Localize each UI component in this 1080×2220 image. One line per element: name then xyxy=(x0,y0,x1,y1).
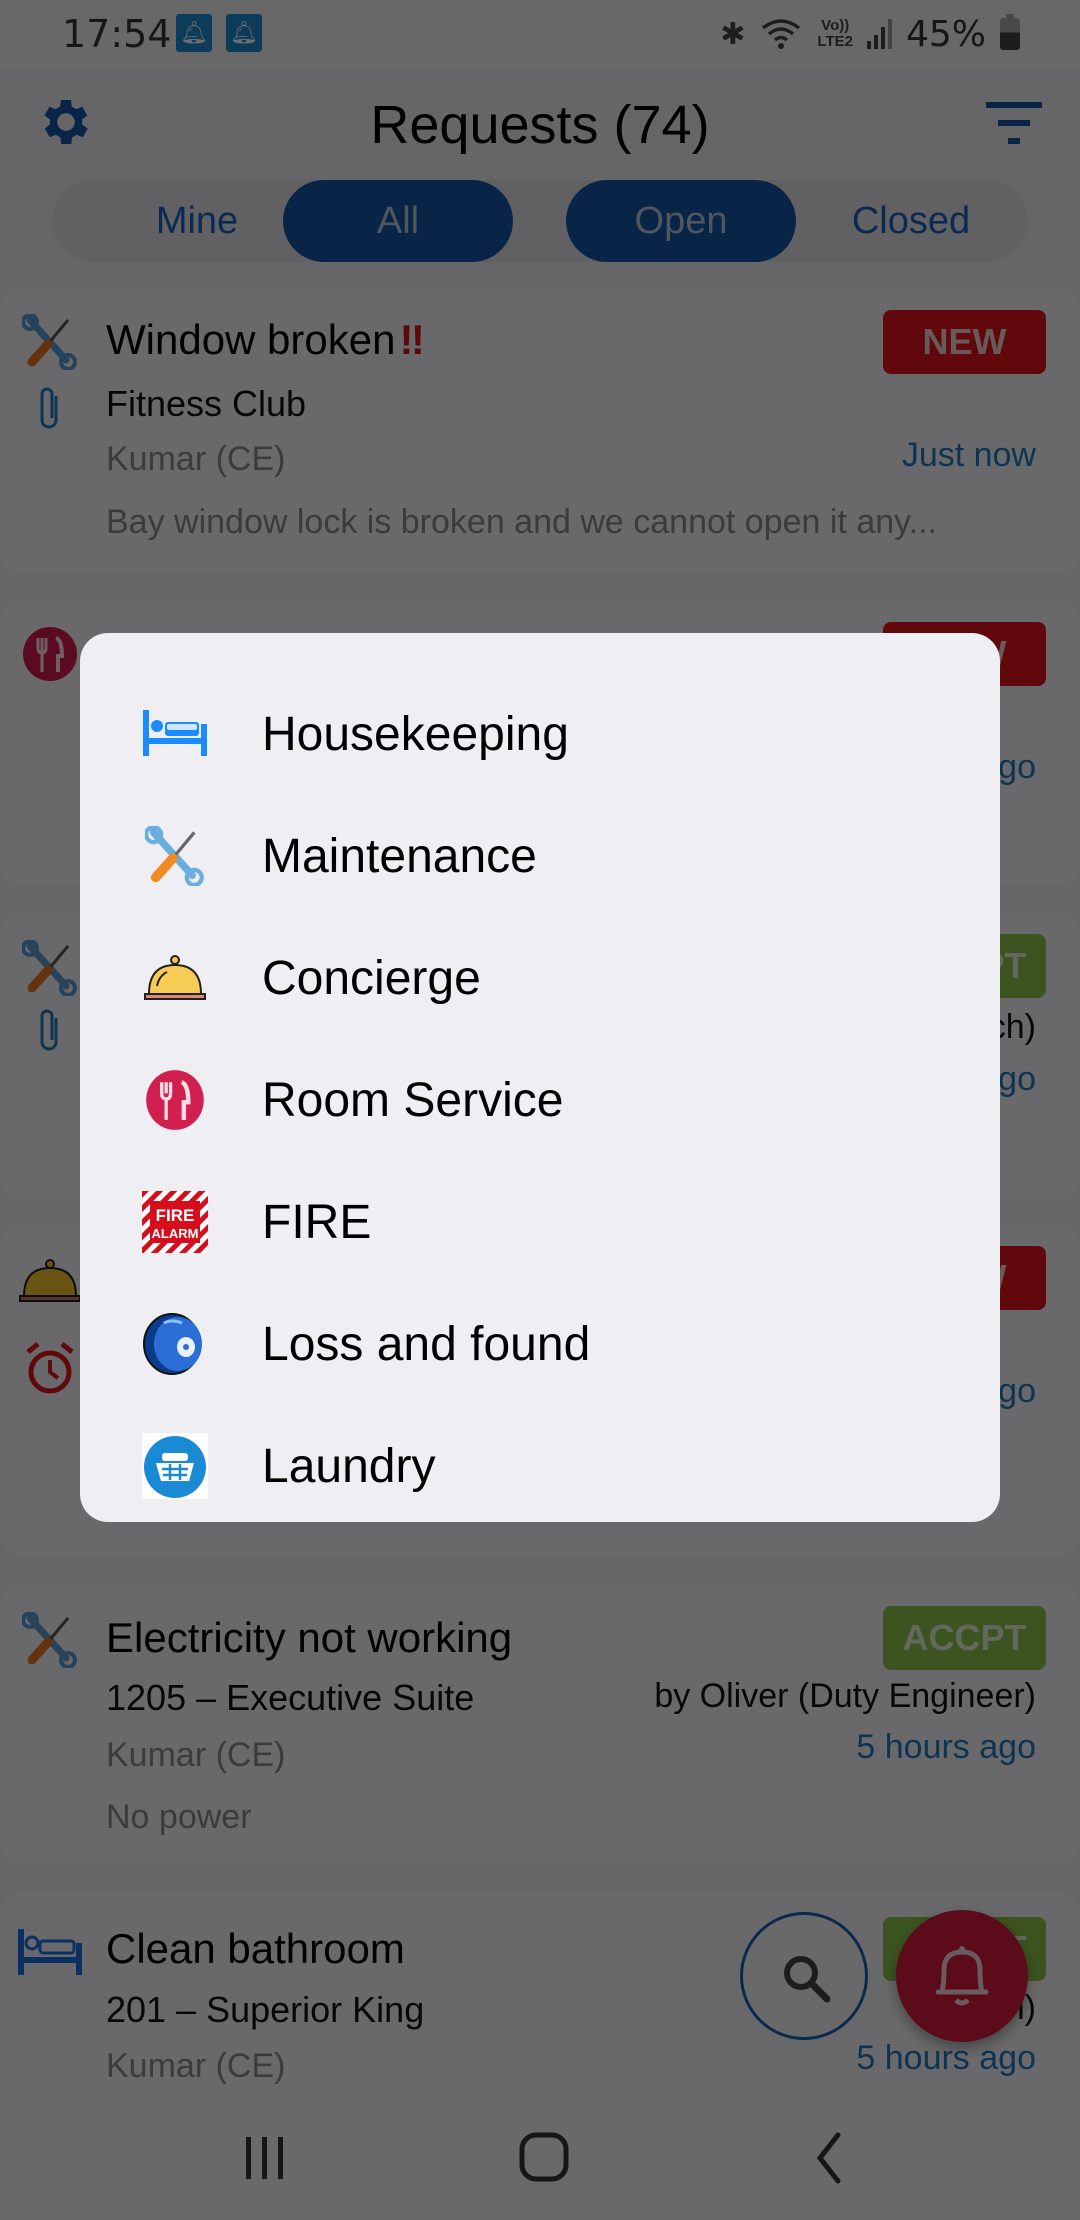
menu-item-housekeeping[interactable]: Housekeeping xyxy=(80,673,1000,795)
concierge-icon xyxy=(142,945,208,1011)
menu-item-label: Room Service xyxy=(262,1073,564,1127)
menu-item-laundry[interactable]: Laundry xyxy=(80,1405,1000,1527)
menu-item-loss-and-found[interactable]: Loss and found xyxy=(80,1283,1000,1405)
category-picker-dialog: Housekeeping Maintenance Concierge Room … xyxy=(80,633,1000,1522)
menu-item-fire[interactable]: FIRE ALARM FIRE xyxy=(80,1161,1000,1283)
maintenance-icon xyxy=(142,823,208,889)
housekeeping-icon xyxy=(142,701,208,767)
menu-item-concierge[interactable]: Concierge xyxy=(80,917,1000,1039)
fire-icon-text-top: FIRE xyxy=(156,1206,195,1225)
room-service-icon xyxy=(142,1067,208,1133)
lost-found-icon xyxy=(142,1311,208,1377)
menu-item-label: Laundry xyxy=(262,1439,436,1493)
fire-icon-text-bottom: ALARM xyxy=(152,1226,199,1241)
menu-item-label: Concierge xyxy=(262,951,481,1005)
menu-item-label: Maintenance xyxy=(262,829,537,883)
laundry-icon xyxy=(142,1433,208,1499)
fire-alarm-icon: FIRE ALARM xyxy=(142,1189,208,1255)
menu-item-maintenance[interactable]: Maintenance xyxy=(80,795,1000,917)
menu-item-label: Loss and found xyxy=(262,1317,591,1371)
menu-item-label: Housekeeping xyxy=(262,707,569,761)
menu-item-room-service[interactable]: Room Service xyxy=(80,1039,1000,1161)
menu-item-label: FIRE xyxy=(262,1195,372,1249)
app-screen: 17:54 🔔︎ 🔔︎ ✱ Vo)) LTE2 45% xyxy=(0,0,1080,2220)
